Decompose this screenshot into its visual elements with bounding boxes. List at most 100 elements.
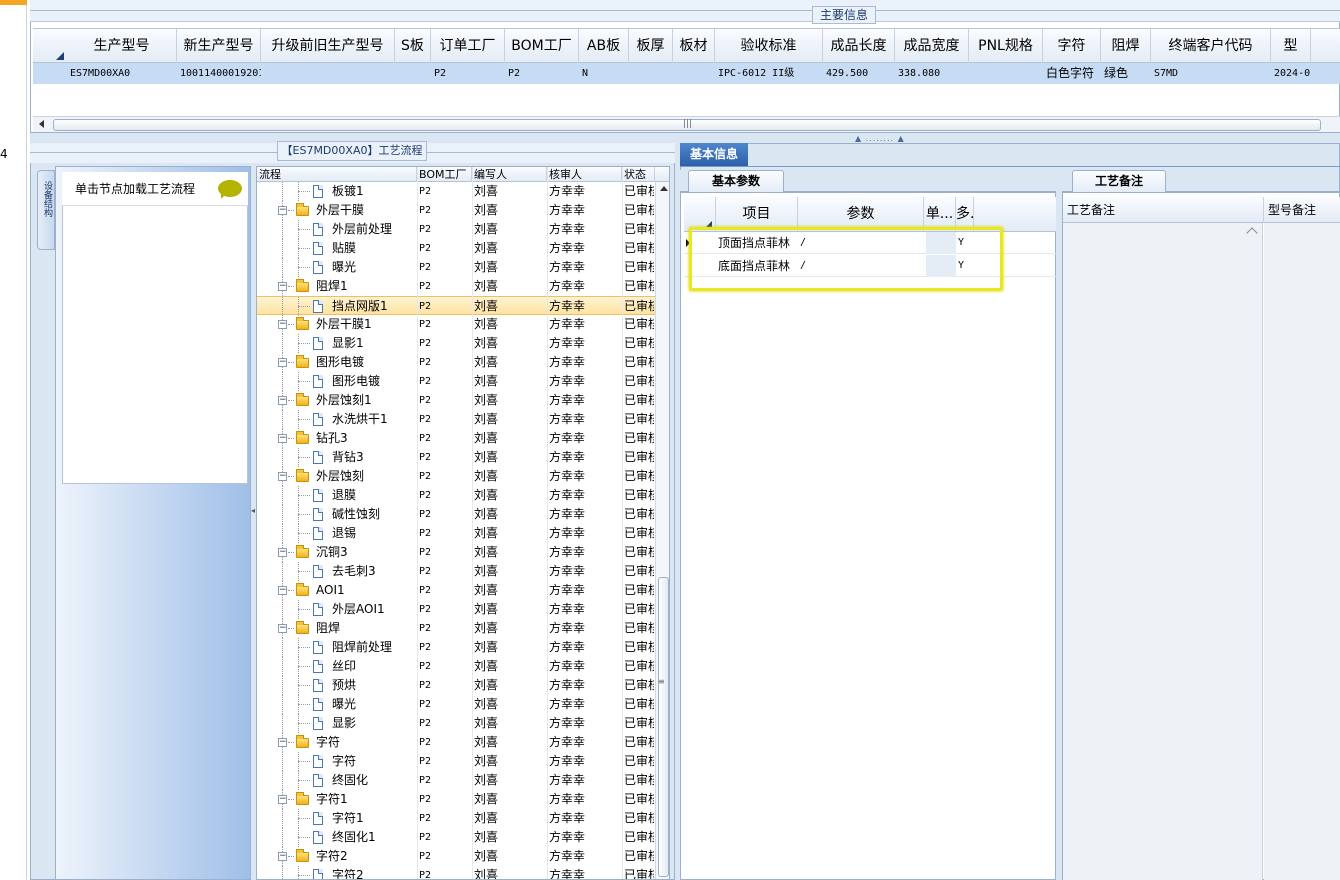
collapse-toggle-icon[interactable]: − [278, 624, 287, 633]
collapse-toggle-icon[interactable]: − [278, 320, 287, 329]
tree-row[interactable]: 外层AOI1 P2 刘喜 方幸幸 已审核 [257, 600, 655, 619]
collapse-toggle-icon[interactable]: − [278, 396, 287, 405]
tree-cell-status[interactable]: 已审核 [624, 182, 654, 201]
collapse-arrow-icon[interactable]: ◂ [251, 506, 255, 515]
tree-node-label[interactable]: 阻焊前处理 [332, 638, 392, 657]
table-cell[interactable] [673, 63, 715, 84]
tree-cell-writer[interactable]: 刘喜 [474, 524, 498, 543]
tree-cell-writer[interactable]: 刘喜 [474, 866, 498, 879]
tree-cell-bom[interactable]: P2 [419, 543, 431, 562]
tree-node-label[interactable]: AOI1 [316, 581, 345, 600]
collapse-toggle-icon[interactable]: − [278, 434, 287, 443]
tree-cell-bom[interactable]: P2 [419, 733, 431, 752]
tree-node-label[interactable]: 曝光 [332, 258, 356, 277]
tree-node-label[interactable]: 外层AOI1 [332, 600, 385, 619]
tree-cell-writer[interactable]: 刘喜 [474, 847, 498, 866]
tree-cell-writer[interactable]: 刘喜 [474, 429, 498, 448]
tree-cell-reviewer[interactable]: 方幸幸 [549, 372, 585, 391]
column-header[interactable]: 新生产型号 [177, 29, 261, 63]
tree-cell-status[interactable]: 已审核 [624, 201, 654, 220]
param-column-header[interactable]: 参数 [798, 197, 924, 231]
tree-cell-bom[interactable]: P2 [419, 676, 431, 695]
tree-cell-reviewer[interactable]: 方幸幸 [549, 201, 585, 220]
tree-cell-bom[interactable]: P2 [419, 714, 431, 733]
collapse-toggle-icon[interactable]: − [278, 282, 287, 291]
column-header[interactable]: 生产型号 [67, 29, 177, 63]
tree-row[interactable]: 图形电镀 P2 刘喜 方幸幸 已审核 [257, 372, 655, 391]
tree-cell-status[interactable]: 已审核 [624, 429, 654, 448]
tree-cell-writer[interactable]: 刘喜 [474, 562, 498, 581]
tree-cell-writer[interactable]: 刘喜 [474, 391, 498, 410]
tree-node-label[interactable]: 外层蚀刻1 [316, 391, 372, 410]
tree-node-label[interactable]: 显影 [332, 714, 356, 733]
tree-node-label[interactable]: 显影1 [332, 334, 364, 353]
tree-cell-status[interactable]: 已审核 [624, 524, 654, 543]
tree-cell-bom[interactable]: P2 [419, 486, 431, 505]
tree-node-label[interactable]: 外层干膜1 [316, 315, 372, 334]
tree-node-label[interactable]: 字符2 [332, 866, 364, 879]
tree-node-label[interactable]: 阻焊 [316, 619, 340, 638]
tab-basic-params[interactable]: 基本参数 [688, 170, 784, 192]
tree-cell-status[interactable]: 已审核 [624, 600, 654, 619]
tree-cell-status[interactable]: 已审核 [624, 790, 654, 809]
tree-cell-writer[interactable]: 刘喜 [474, 752, 498, 771]
tab-basic-info[interactable]: 基本信息 [680, 143, 748, 167]
tree-cell-reviewer[interactable]: 方幸幸 [549, 277, 585, 296]
tree-cell-bom[interactable]: P2 [419, 866, 431, 879]
tree-cell-status[interactable]: 已审核 [624, 277, 654, 296]
tree-cell-status[interactable]: 已审核 [624, 752, 654, 771]
tree-row[interactable]: 外层前处理 P2 刘喜 方幸幸 已审核 [257, 220, 655, 239]
tree-cell-writer[interactable]: 刘喜 [474, 505, 498, 524]
tree-row[interactable]: − 外层干膜 P2 刘喜 方幸幸 已审核 [257, 201, 655, 220]
horizontal-splitter[interactable]: ▲ ........ ▲ [30, 133, 1340, 143]
tree-cell-reviewer[interactable]: 方幸幸 [549, 619, 585, 638]
tree-cell-status[interactable]: 已审核 [624, 676, 654, 695]
tree-node-label[interactable]: 钻孔3 [316, 429, 348, 448]
tree-cell-reviewer[interactable]: 方幸幸 [549, 600, 585, 619]
tree-cell-status[interactable]: 已审核 [624, 619, 654, 638]
table-cell[interactable]: ES7MD00XA0 [67, 63, 177, 84]
tree-column-header[interactable]: 状态 [622, 167, 655, 182]
scroll-up-icon[interactable] [1246, 227, 1258, 239]
tree-cell-reviewer[interactable]: 方幸幸 [549, 676, 585, 695]
tree-row[interactable]: − 字符2 P2 刘喜 方幸幸 已审核 [257, 847, 655, 866]
tree-cell-reviewer[interactable]: 方幸幸 [549, 220, 585, 239]
tree-row[interactable]: − 阻焊1 P2 刘喜 方幸幸 已审核 [257, 277, 655, 296]
collapse-toggle-icon[interactable]: − [278, 795, 287, 804]
tree-cell-reviewer[interactable]: 方幸幸 [549, 239, 585, 258]
tree-cell-bom[interactable]: P2 [419, 391, 431, 410]
tree-cell-writer[interactable]: 刘喜 [474, 790, 498, 809]
tree-row[interactable]: 曝光 P2 刘喜 方幸幸 已审核 [257, 695, 655, 714]
tree-cell-status[interactable]: 已审核 [624, 353, 654, 372]
tree-cell-bom[interactable]: P2 [419, 657, 431, 676]
tree-cell-bom[interactable]: P2 [419, 467, 431, 486]
tree-cell-writer[interactable]: 刘喜 [474, 676, 498, 695]
column-header[interactable]: 订单工厂 [431, 29, 505, 63]
tree-cell-bom[interactable]: P2 [419, 581, 431, 600]
collapse-toggle-icon[interactable]: − [278, 206, 287, 215]
tree-cell-reviewer[interactable]: 方幸幸 [549, 467, 585, 486]
tree-cell-writer[interactable]: 刘喜 [474, 714, 498, 733]
tree-row[interactable]: 终固化 P2 刘喜 方幸幸 已审核 [257, 771, 655, 790]
tree-cell-writer[interactable]: 刘喜 [474, 828, 498, 847]
tree-cell-bom[interactable]: P2 [419, 562, 431, 581]
tree-cell-reviewer[interactable]: 方幸幸 [549, 505, 585, 524]
tree-node-label[interactable]: 曝光 [332, 695, 356, 714]
tree-cell-status[interactable]: 已审核 [624, 258, 654, 277]
tree-node-label[interactable]: 背钻3 [332, 448, 364, 467]
tree-cell-bom[interactable]: P2 [419, 619, 431, 638]
tree-cell-status[interactable]: 已审核 [624, 220, 654, 239]
tree-row[interactable]: − 外层蚀刻 P2 刘喜 方幸幸 已审核 [257, 467, 655, 486]
tree-cell-writer[interactable]: 刘喜 [474, 334, 498, 353]
tree-row[interactable]: 字符 P2 刘喜 方幸幸 已审核 [257, 752, 655, 771]
collapse-toggle-icon[interactable]: − [278, 852, 287, 861]
tree-cell-bom[interactable]: P2 [419, 638, 431, 657]
table-cell[interactable]: 10011400019201 [177, 63, 261, 84]
tree-row[interactable]: − 外层干膜1 P2 刘喜 方幸幸 已审核 [257, 315, 655, 334]
tree-cell-bom[interactable]: P2 [419, 239, 431, 258]
table-cell[interactable]: P2 [505, 63, 579, 84]
tree-cell-status[interactable]: 已审核 [624, 866, 654, 879]
tree-cell-status[interactable]: 已审核 [624, 315, 654, 334]
column-header[interactable]: PNL规格 [969, 29, 1043, 63]
tree-cell-bom[interactable]: P2 [419, 752, 431, 771]
